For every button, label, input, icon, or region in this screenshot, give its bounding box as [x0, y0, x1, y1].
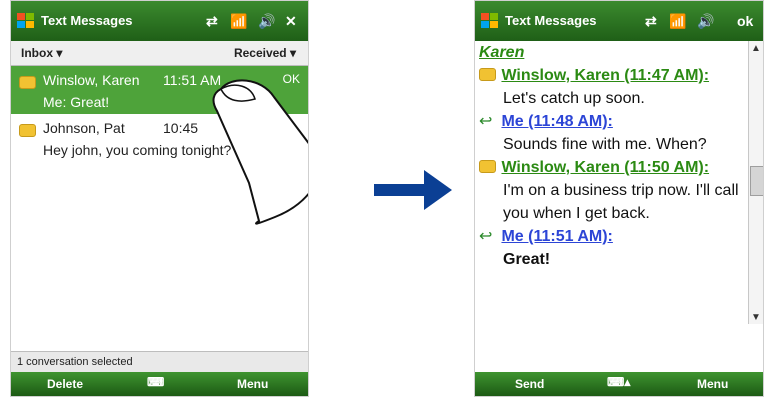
message-text: Great! [503, 251, 551, 268]
app-title: Text Messages [41, 13, 133, 28]
reply-icon: ↩ [479, 113, 493, 130]
keyboard-icon[interactable]: ⌨ [147, 375, 164, 389]
connectivity-icon[interactable]: ⇄ [206, 13, 218, 30]
bottom-menu-bar: Delete ⌨ Menu [11, 372, 308, 396]
contact-name: Karen [479, 44, 525, 61]
arrow-right-icon [374, 170, 452, 210]
folder-dropdown[interactable]: Inbox ▾ [21, 46, 62, 60]
sort-dropdown[interactable]: Received ▾ [234, 46, 296, 60]
close-icon[interactable]: ✕ [285, 13, 297, 30]
sender-name: Johnson, Pat [43, 120, 125, 136]
message-item: ↩ Me (11:51 AM): [479, 225, 749, 248]
envelope-icon [19, 124, 36, 137]
title-bar: Text Messages ⇄ 📶 🔊 ✕ [11, 1, 308, 41]
conversation-screen: Text Messages ⇄ 📶 🔊 ok Karen Winslow, Ka… [474, 0, 764, 397]
signal-icon[interactable]: 📶 [669, 13, 686, 30]
scroll-down-icon[interactable]: ▼ [751, 312, 761, 323]
ok-button[interactable]: ok [737, 13, 753, 29]
send-button[interactable]: Send [515, 377, 544, 391]
title-bar: Text Messages ⇄ 📶 🔊 ok [475, 1, 763, 41]
message-preview: Me: Great! [43, 94, 110, 110]
connectivity-icon[interactable]: ⇄ [645, 13, 657, 30]
app-title: Text Messages [505, 13, 597, 28]
keyboard-icon[interactable]: ⌨▴ [607, 375, 630, 389]
sender-name: Winslow, Karen [43, 72, 140, 88]
sender-label[interactable]: Winslow, Karen (11:50 AM): [501, 159, 709, 176]
windows-logo-icon[interactable] [481, 13, 499, 29]
message-text: Let's catch up soon. [503, 90, 645, 107]
sort-label: Received [233, 46, 287, 60]
message-item: Winslow, Karen (11:50 AM): [479, 156, 749, 179]
finger-tap-icon [212, 79, 308, 225]
envelope-icon [19, 76, 36, 89]
status-bar: 1 conversation selected [11, 351, 308, 372]
sender-label[interactable]: Me (11:51 AM): [501, 228, 612, 245]
reply-icon: ↩ [479, 228, 493, 245]
conversation-thread: Karen Winslow, Karen (11:47 AM): Let's c… [479, 41, 749, 271]
delete-button[interactable]: Delete [47, 377, 83, 391]
menu-button[interactable]: Menu [237, 377, 268, 391]
message-text: Sounds fine with me. When? [503, 136, 707, 153]
envelope-icon [479, 160, 496, 173]
windows-logo-icon[interactable] [17, 13, 35, 29]
folder-label: Inbox [21, 46, 53, 60]
message-list-screen: Text Messages ⇄ 📶 🔊 ✕ Inbox ▾ Received ▾… [10, 0, 309, 397]
sender-label[interactable]: Winslow, Karen (11:47 AM): [501, 67, 709, 84]
volume-icon[interactable]: 🔊 [697, 13, 714, 30]
sender-label[interactable]: Me (11:48 AM): [501, 113, 612, 130]
signal-icon[interactable]: 📶 [230, 13, 247, 30]
menu-button[interactable]: Menu [697, 377, 728, 391]
message-text: I'm on a business trip now. I'll call yo… [503, 182, 739, 222]
bottom-menu-bar: Send ⌨▴ Menu [475, 372, 763, 396]
envelope-icon [479, 68, 496, 81]
list-header: Inbox ▾ Received ▾ [11, 41, 308, 66]
volume-icon[interactable]: 🔊 [258, 13, 275, 30]
message-item: Winslow, Karen (11:47 AM): [479, 64, 749, 87]
scroll-up-icon[interactable]: ▲ [751, 43, 761, 54]
scrollbar[interactable]: ▲ ▼ [748, 41, 763, 324]
message-item: ↩ Me (11:48 AM): [479, 110, 749, 133]
scroll-thumb[interactable] [750, 166, 763, 196]
status-text: 1 conversation selected [17, 356, 133, 368]
